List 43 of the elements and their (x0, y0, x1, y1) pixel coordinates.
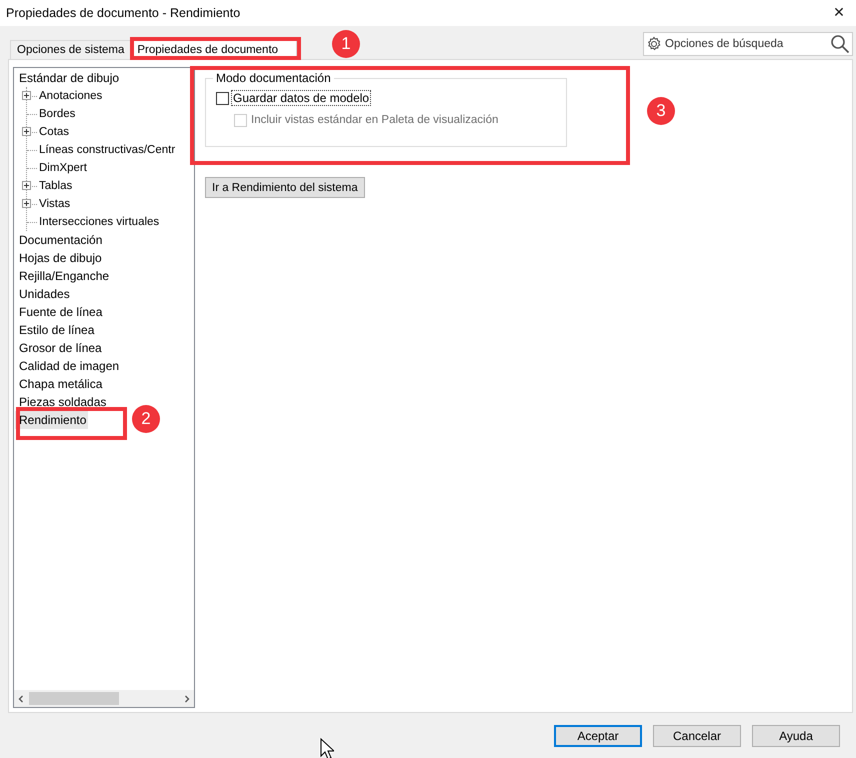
tree-item[interactable]: Grosor de línea (15, 339, 104, 357)
group-title: Modo documentación (215, 71, 332, 85)
checkbox-label: Guardar datos de modelo (231, 90, 372, 106)
scroll-left-icon[interactable] (17, 694, 25, 702)
tree-item[interactable]: Documentación (15, 231, 104, 249)
system-performance-button[interactable]: Ir a Rendimiento del sistema (205, 177, 365, 198)
tree-item[interactable]: Chapa metálica (15, 375, 104, 393)
tree-item[interactable]: Intersecciones virtuales (37, 216, 160, 228)
scroll-right-icon[interactable] (183, 694, 191, 702)
dialog-button[interactable]: Cancelar (653, 724, 741, 746)
tree-item[interactable]: Líneas constructivas/Centr (37, 144, 176, 156)
tree-item[interactable]: Fuente de línea (15, 303, 104, 321)
mouse-cursor-icon (320, 738, 334, 758)
expand-icon[interactable] (22, 127, 31, 136)
tree-item[interactable]: DimXpert (37, 162, 87, 174)
window-title: Propiedades de documento - Rendimiento (6, 6, 240, 20)
search-field[interactable]: Opciones de búsqueda (643, 32, 853, 56)
dialog-button[interactable]: Aceptar (554, 724, 642, 746)
checkbox-label: Incluir vistas estándar en Paleta de visualización (250, 113, 500, 127)
tree-item[interactable]: Calidad de imagen (15, 357, 122, 375)
close-button[interactable]: ✕ (822, 0, 856, 26)
checkbox[interactable] (216, 92, 229, 104)
search-icon[interactable] (830, 34, 850, 54)
tree-item[interactable]: Bordes (37, 108, 76, 120)
tree-item[interactable]: Estándar de dibujo (15, 69, 122, 87)
settings-icon[interactable] (646, 36, 662, 52)
tree-item[interactable]: Cotas (37, 126, 70, 138)
tree-item[interactable]: Anotaciones (37, 90, 102, 102)
tree-item[interactable]: Vistas (37, 198, 70, 210)
expand-icon[interactable] (22, 91, 31, 100)
tree-item[interactable]: Rejilla/Enganche (15, 267, 112, 285)
tree-item[interactable]: Estilo de línea (15, 321, 96, 339)
tree-item[interactable]: Hojas de dibujo (15, 249, 104, 267)
expand-icon[interactable] (22, 181, 31, 190)
horizontal-scrollbar[interactable] (14, 690, 194, 707)
tree-item[interactable]: Unidades (15, 285, 72, 303)
step-number: 1 (332, 30, 360, 58)
tree-item[interactable]: Rendimiento (15, 411, 88, 429)
tab[interactable]: Opciones de sistema (10, 40, 132, 59)
expand-icon[interactable] (22, 199, 31, 208)
tree-item[interactable]: Tablas (37, 180, 72, 192)
tree-item[interactable]: Piezas soldadas (15, 393, 108, 411)
dialog-button[interactable]: Ayuda (752, 724, 840, 746)
